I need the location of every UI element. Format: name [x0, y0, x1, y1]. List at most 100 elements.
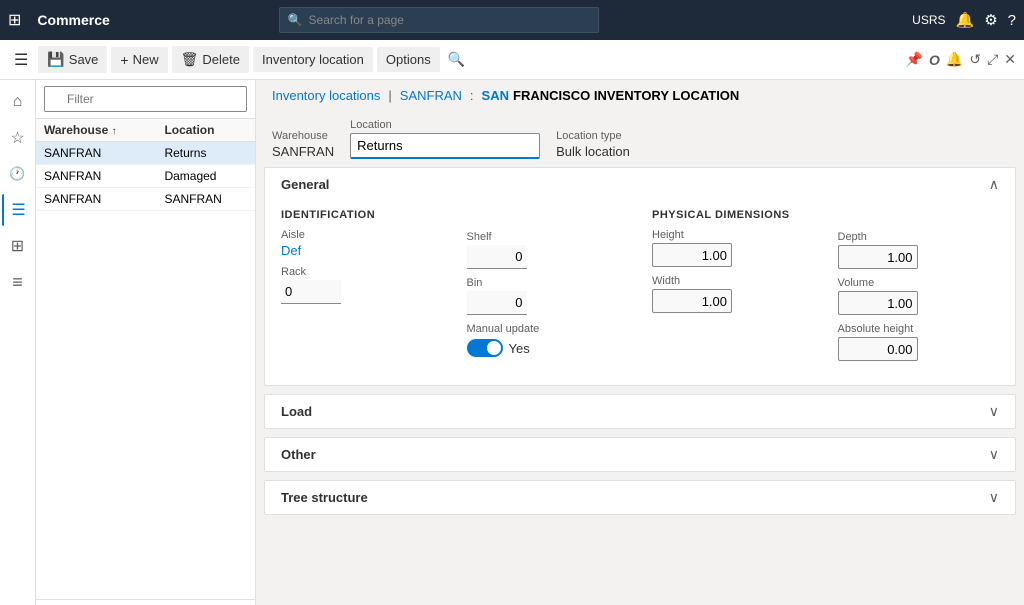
nav-right-controls: USRS 🔔 ⚙ ?	[912, 11, 1016, 29]
warehouse-field-group: Warehouse SANFRAN	[272, 130, 334, 159]
location-input[interactable]	[350, 133, 540, 159]
cmd-search-icon[interactable]: 🔍	[444, 47, 469, 72]
load-chevron-icon: ∨	[989, 403, 999, 420]
depth-label: Depth	[838, 231, 1000, 243]
absolute-height-field: Absolute height	[838, 323, 1000, 361]
tree-section-header[interactable]: Tree structure ∨	[265, 481, 1015, 514]
save-icon: 💾	[47, 51, 64, 68]
delete-button[interactable]: 🗑 Delete	[172, 46, 249, 73]
notifications-count-icon[interactable]: 🔔	[946, 51, 963, 68]
main-layout: ⌂ ☆ 🕐 ☰ ⊞ ≡ ⊟ Warehouse ↑	[0, 80, 1024, 605]
notification-icon[interactable]: 🔔	[956, 11, 975, 29]
location-label: Location	[350, 119, 540, 131]
col-header-location[interactable]: Location	[156, 119, 255, 142]
bin-input[interactable]	[467, 291, 527, 315]
help-icon[interactable]: ?	[1008, 12, 1016, 29]
depth-input[interactable]	[838, 245, 918, 269]
warehouse-cell: SANFRAN	[36, 188, 156, 211]
breadcrumb-part1[interactable]: SANFRAN	[400, 88, 462, 103]
command-bar: ☰ 💾 Save + New 🗑 Delete Inventory locati…	[0, 40, 1024, 80]
inventory-location-button[interactable]: Inventory location	[253, 47, 373, 72]
grid-icon[interactable]: ⊞	[8, 10, 21, 30]
other-section-title: Other	[281, 447, 316, 462]
office-icon[interactable]: O	[929, 52, 940, 68]
detail-spacer	[256, 519, 1024, 605]
location-field-group: Location	[350, 119, 540, 159]
rack-input[interactable]	[281, 280, 341, 304]
height-label: Height	[652, 229, 814, 241]
rack-field: Rack	[281, 266, 443, 304]
close-icon[interactable]: ✕	[1004, 51, 1016, 68]
volume-input[interactable]	[838, 291, 918, 315]
load-section: Load ∨	[264, 394, 1016, 429]
load-section-title: Load	[281, 404, 312, 419]
popout-icon[interactable]: ⤢	[987, 51, 998, 68]
location-cell: Damaged	[156, 165, 255, 188]
pin-icon[interactable]: 📌	[906, 51, 923, 68]
refresh-icon[interactable]: ↺	[969, 51, 981, 68]
list-scrollbar[interactable]	[36, 599, 255, 605]
breadcrumb-separator: |	[388, 88, 391, 103]
other-section: Other ∨	[264, 437, 1016, 472]
new-button[interactable]: + New	[111, 47, 167, 73]
width-field: Width	[652, 275, 814, 313]
breadcrumb-part3: FRANCISCO INVENTORY LOCATION	[513, 88, 739, 103]
depth-vol-col: Depth Volume Absolute height	[838, 209, 1000, 369]
aisle-value[interactable]: Def	[281, 243, 301, 258]
sidebar-item-recent[interactable]: 🕐	[2, 158, 34, 190]
breadcrumb-link[interactable]: Inventory locations	[272, 88, 380, 103]
height-input[interactable]	[652, 243, 732, 267]
identification-col: IDENTIFICATION Aisle Def Rack	[281, 209, 443, 369]
tree-section-title: Tree structure	[281, 490, 368, 505]
manual-update-field: Manual update Yes	[467, 323, 629, 357]
absolute-height-input[interactable]	[838, 337, 918, 361]
warehouse-value: SANFRAN	[272, 144, 334, 159]
sidebar-item-home[interactable]: ⌂	[2, 86, 34, 118]
side-icon-bar: ⌂ ☆ 🕐 ☰ ⊞ ≡	[0, 80, 36, 605]
volume-field: Volume	[838, 277, 1000, 315]
record-fields-row: Warehouse SANFRAN Location Location type…	[256, 111, 1024, 163]
sidebar-item-favorites[interactable]: ☆	[2, 122, 34, 154]
sidebar-item-lines[interactable]: ≡	[2, 266, 34, 298]
app-title: Commerce	[29, 12, 117, 28]
search-icon: 🔍	[288, 13, 303, 27]
delete-icon: 🗑	[181, 51, 199, 68]
list-table: Warehouse ↑ Location SANFRAN ReturnsSANF…	[36, 119, 255, 599]
manual-update-toggle-label: Yes	[509, 341, 530, 356]
col-header-warehouse[interactable]: Warehouse ↑	[36, 119, 156, 142]
height-field: Height	[652, 229, 814, 267]
filter-input[interactable]	[44, 86, 247, 112]
identification-title: IDENTIFICATION	[281, 209, 443, 221]
location-cell: Returns	[156, 142, 255, 165]
warehouse-label: Warehouse	[272, 130, 334, 142]
sidebar-item-modules[interactable]: ⊞	[2, 230, 34, 262]
aisle-label: Aisle	[281, 229, 443, 241]
save-button[interactable]: 💾 Save	[38, 46, 107, 73]
breadcrumb-part2: SAN	[482, 88, 509, 103]
width-input[interactable]	[652, 289, 732, 313]
breadcrumb: Inventory locations | SANFRAN : SAN FRAN…	[256, 80, 1024, 111]
top-nav-bar: ⊞ Commerce 🔍 USRS 🔔 ⚙ ?	[0, 0, 1024, 40]
general-section-header[interactable]: General ∧	[265, 168, 1015, 201]
width-label: Width	[652, 275, 814, 287]
settings-icon[interactable]: ⚙	[984, 11, 997, 29]
volume-label: Volume	[838, 277, 1000, 289]
load-section-header[interactable]: Load ∨	[265, 395, 1015, 428]
detail-panel: Inventory locations | SANFRAN : SAN FRAN…	[256, 80, 1024, 605]
table-row[interactable]: SANFRAN SANFRAN	[36, 188, 255, 211]
absolute-height-label: Absolute height	[838, 323, 1000, 335]
manual-update-toggle[interactable]	[467, 339, 503, 357]
table-row[interactable]: SANFRAN Returns	[36, 142, 255, 165]
physical-dimensions-col: PHYSICAL DIMENSIONS Height Width	[652, 209, 814, 369]
table-row[interactable]: SANFRAN Damaged	[36, 165, 255, 188]
other-section-header[interactable]: Other ∨	[265, 438, 1015, 471]
search-input[interactable]	[309, 13, 590, 27]
list-panel: ⊟ Warehouse ↑ Location	[36, 80, 256, 605]
sidebar-item-list[interactable]: ☰	[2, 194, 34, 226]
shelf-bin-col: Shelf Bin Manual update Yes	[467, 209, 629, 369]
hamburger-icon[interactable]: ☰	[8, 46, 34, 74]
shelf-input[interactable]	[467, 245, 527, 269]
options-button[interactable]: Options	[377, 47, 440, 72]
global-search[interactable]: 🔍	[279, 7, 599, 33]
bin-label: Bin	[467, 277, 629, 289]
